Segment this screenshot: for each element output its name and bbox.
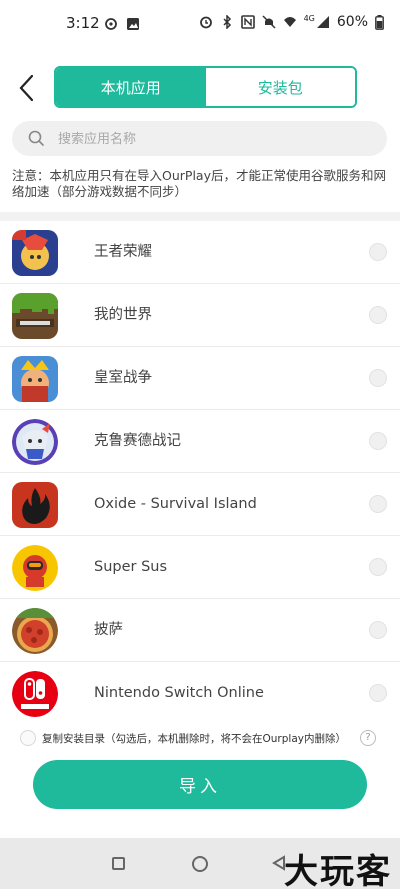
nfc-icon: [240, 15, 255, 29]
section-divider: [0, 212, 400, 221]
network-type: 4G: [303, 13, 315, 23]
select-radio[interactable]: [369, 495, 387, 513]
copy-directory-label: 复制安装目录（勾选后，本机删除时，将不会在Ourplay内删除）: [42, 733, 346, 745]
app-row[interactable]: Nintendo Switch Online: [0, 662, 400, 725]
app-row[interactable]: Oxide - Survival Island: [0, 473, 400, 536]
app-name: 皇室战争: [94, 370, 152, 386]
select-radio[interactable]: [369, 558, 387, 576]
alarm-icon: [199, 16, 212, 29]
import-button[interactable]: 导入: [33, 760, 367, 809]
battery-icon: [375, 14, 384, 30]
search-icon: [28, 130, 44, 146]
bluetooth-icon: [223, 15, 231, 29]
honor-of-kings-icon: [12, 230, 58, 276]
select-radio[interactable]: [369, 621, 387, 639]
status-bar: 3:12 4G 60%: [0, 0, 400, 50]
source-tabs: 本机应用 安装包: [54, 66, 357, 108]
chevron-left-icon: [19, 74, 34, 102]
app-row[interactable]: 披萨: [0, 599, 400, 662]
recents-icon[interactable]: [112, 857, 125, 870]
watermark-logo: 大玩客: [284, 852, 392, 892]
app-name: Super Sus: [94, 559, 168, 575]
wifi-icon: [283, 17, 296, 27]
clash-royale-icon: [12, 356, 58, 402]
oxide-icon: [12, 482, 58, 528]
home-icon[interactable]: [192, 856, 208, 872]
app-list: 王者荣耀 我的世界 皇室战争 克鲁赛德战记 Oxide - Survival I…: [0, 221, 400, 725]
select-radio[interactable]: [369, 306, 387, 324]
select-radio[interactable]: [369, 243, 387, 261]
app-name: Oxide - Survival Island: [94, 496, 257, 512]
app-row[interactable]: 皇室战争: [0, 347, 400, 410]
battery-percent: 60%: [336, 14, 368, 30]
app-name: 我的世界: [94, 307, 152, 323]
tab-install-packages[interactable]: 安装包: [205, 68, 355, 106]
super-sus-icon: [12, 545, 58, 591]
app-row[interactable]: Super Sus: [0, 536, 400, 599]
system-nav-bar: 大玩客: [0, 838, 400, 892]
back-button[interactable]: [14, 72, 42, 104]
copy-directory-option: 复制安装目录（勾选后，本机删除时，将不会在Ourplay内删除） ?: [0, 726, 400, 752]
import-notice: 注意：本机应用只有在导入OurPlay后，才能正常使用谷歌服务和网络加速（部分游…: [12, 168, 386, 199]
app-name: 王者荣耀: [94, 244, 152, 260]
image-icon: [127, 18, 139, 30]
app-name: 克鲁赛德战记: [94, 433, 181, 449]
mute-icon: [262, 15, 276, 29]
select-radio[interactable]: [369, 432, 387, 450]
tab-local-apps[interactable]: 本机应用: [56, 68, 206, 106]
status-time: 3:12: [66, 14, 100, 32]
signal-icon: [316, 16, 329, 28]
select-radio[interactable]: [369, 684, 387, 702]
app-name: Nintendo Switch Online: [94, 685, 264, 701]
app-name: 披萨: [94, 622, 123, 638]
pizza-icon: [12, 608, 58, 654]
crusaders-quest-icon: [12, 419, 58, 465]
select-radio[interactable]: [369, 369, 387, 387]
copy-directory-checkbox[interactable]: [20, 730, 36, 746]
search-input[interactable]: [56, 121, 360, 158]
help-icon[interactable]: ?: [360, 730, 376, 746]
status-notification-icons: [104, 17, 140, 31]
nintendo-switch-online-icon: [12, 671, 58, 717]
search-bar[interactable]: [12, 121, 387, 158]
app-row[interactable]: 王者荣耀: [0, 221, 400, 284]
app-row[interactable]: 我的世界: [0, 284, 400, 347]
app-row[interactable]: 克鲁赛德战记: [0, 410, 400, 473]
sync-icon: [105, 18, 117, 30]
minecraft-icon: [12, 293, 58, 339]
status-system-icons: 4G 60%: [199, 14, 384, 30]
